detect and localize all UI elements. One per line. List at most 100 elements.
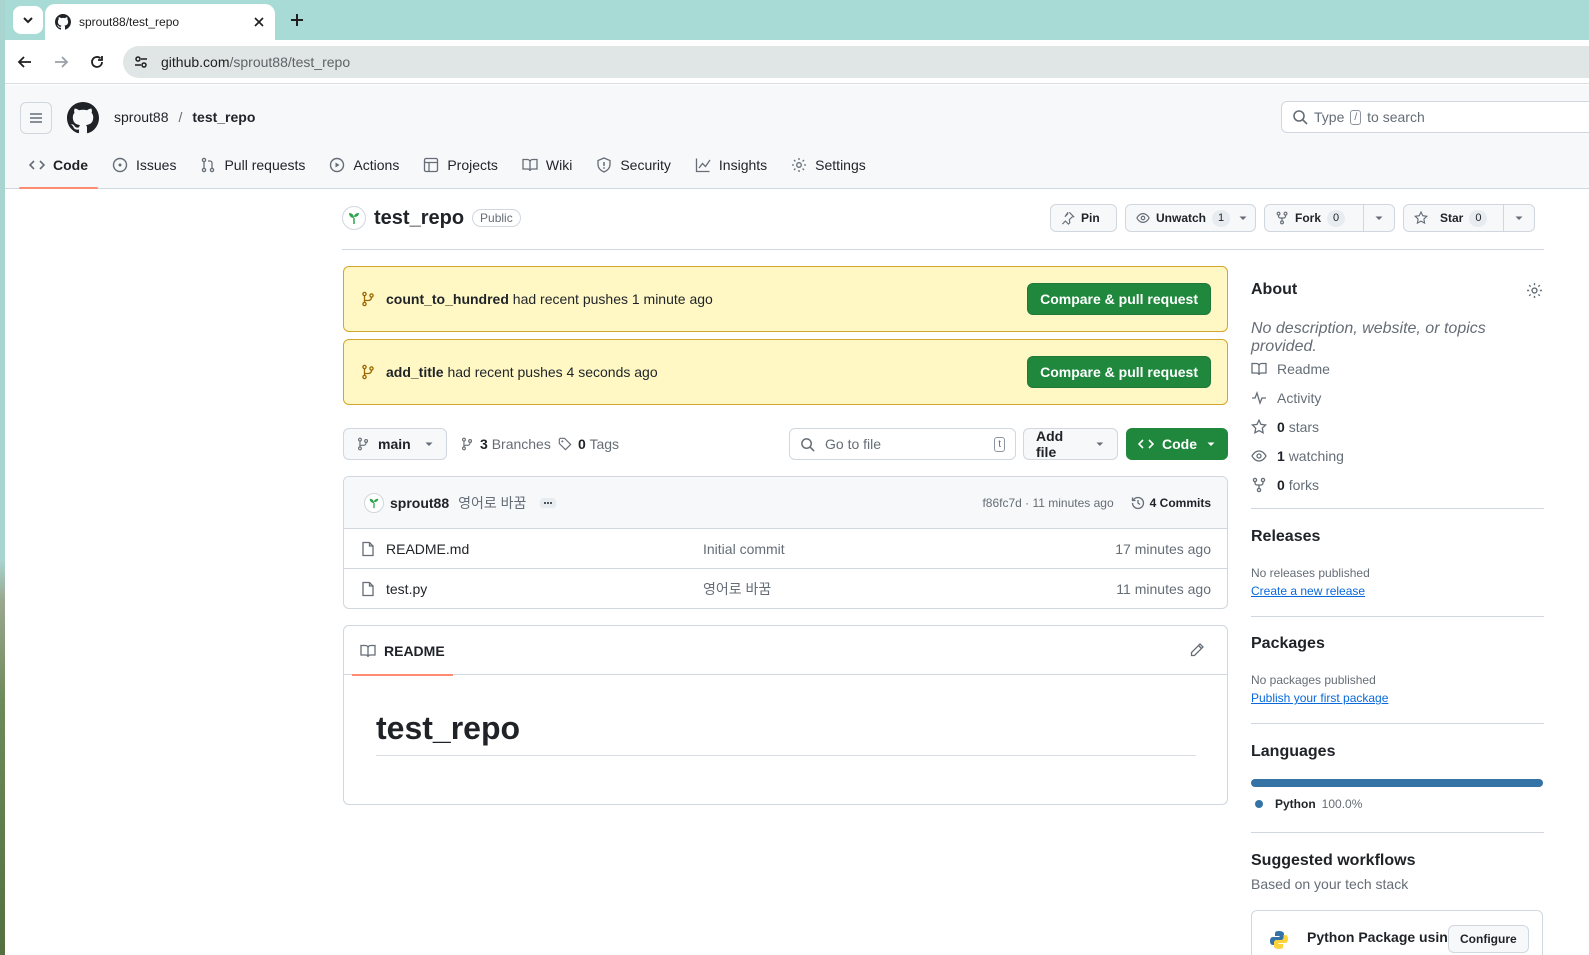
global-menu-button[interactable]: [20, 102, 52, 134]
unwatch-caret[interactable]: [1238, 213, 1256, 223]
branch-icon: [461, 437, 473, 451]
play-circle-icon: [330, 157, 345, 173]
search-input[interactable]: Type / to search: [1281, 101, 1589, 133]
file-commit-time: 17 minutes ago: [1115, 540, 1211, 557]
commit-author[interactable]: sprout88: [390, 495, 449, 511]
sidebar-divider: [1251, 832, 1544, 833]
tab-wiki[interactable]: Wiki: [512, 147, 582, 183]
watching-count: 1: [1277, 447, 1285, 464]
unwatch-button[interactable]: Unwatch 1: [1125, 204, 1256, 232]
file-name[interactable]: README.md: [386, 541, 703, 557]
language-bar: [1251, 779, 1543, 787]
language-item[interactable]: Python 100.0%: [1251, 797, 1543, 811]
banner-message: had recent pushes 1 minute ago: [512, 291, 713, 307]
star-button[interactable]: Star 0: [1403, 204, 1535, 232]
commit-sha-time[interactable]: f86fc7d · 11 minutes ago: [982, 496, 1113, 510]
repo-name[interactable]: test_repo: [374, 207, 464, 230]
forward-button[interactable]: [49, 50, 73, 74]
browser-tab[interactable]: sprout88/test_repo: [45, 4, 275, 40]
branches-count: 3: [480, 436, 488, 452]
compare-pull-request-button[interactable]: Compare & pull request: [1027, 283, 1211, 315]
new-tab-button[interactable]: [285, 8, 309, 32]
tab-search-button[interactable]: [13, 6, 43, 34]
pulse-icon: [1252, 390, 1266, 405]
tab-pull-requests[interactable]: Pull requests: [190, 147, 315, 183]
fork-icon: [1276, 211, 1288, 225]
triangle-down-icon: [1515, 216, 1523, 220]
table-row[interactable]: test.py 영어로 바꿈 11 minutes ago: [344, 569, 1227, 608]
readme-link[interactable]: Readme: [1251, 354, 1543, 383]
github-logo-icon[interactable]: [67, 102, 99, 134]
pencil-icon[interactable]: [1189, 642, 1205, 658]
code-dropdown-button[interactable]: Code: [1126, 428, 1228, 460]
star-caret[interactable]: [1503, 205, 1534, 231]
commit-author-avatar[interactable]: [364, 492, 384, 513]
tab-security[interactable]: Security: [586, 147, 681, 183]
banner-branch[interactable]: count_to_hundred: [386, 291, 509, 307]
gear-icon[interactable]: [1526, 282, 1543, 299]
activity-link[interactable]: Activity: [1251, 383, 1543, 412]
branches-link[interactable]: 3 Branches: [460, 436, 551, 452]
tab-code[interactable]: Code: [19, 147, 98, 189]
file-name[interactable]: test.py: [386, 581, 703, 597]
watching-link[interactable]: 1 watching: [1251, 441, 1543, 470]
readme-header: README: [344, 626, 1227, 676]
graph-icon: [695, 158, 711, 173]
go-to-file-input[interactable]: Go to file t: [789, 428, 1016, 460]
address-bar[interactable]: github.com/sprout88/test_repo: [123, 46, 1589, 78]
compare-pull-request-button[interactable]: Compare & pull request: [1027, 356, 1211, 388]
search-placeholder-start: Type: [1314, 109, 1345, 125]
back-button[interactable]: [13, 50, 37, 74]
fork-button[interactable]: Fork 0: [1264, 204, 1395, 232]
reload-icon: [91, 56, 103, 68]
workflow-card: Python Package using Configure: [1251, 910, 1543, 955]
pin-label: Pin: [1081, 211, 1100, 225]
breadcrumb-repo[interactable]: test_repo: [192, 109, 255, 125]
code-icon: [29, 160, 45, 170]
tab-insights[interactable]: Insights: [685, 147, 777, 183]
packages-empty-text: No packages published: [1251, 673, 1376, 687]
fork-caret[interactable]: [1363, 205, 1394, 231]
banner-branch[interactable]: add_title: [386, 364, 444, 380]
reload-button[interactable]: [85, 50, 109, 74]
code-icon: [1138, 439, 1154, 449]
arrow-right-icon: [55, 56, 69, 68]
pin-button[interactable]: Pin: [1050, 204, 1117, 232]
file-commit-message[interactable]: Initial commit: [703, 541, 1115, 557]
book-icon: [522, 158, 538, 172]
workflow-card-title[interactable]: Python Package using: [1307, 929, 1456, 945]
stars-count: 0: [1277, 418, 1285, 435]
releases-title[interactable]: Releases: [1251, 528, 1543, 546]
packages-title[interactable]: Packages: [1251, 635, 1543, 653]
tab-settings-label: Settings: [815, 157, 866, 173]
site-settings-icon[interactable]: [133, 54, 149, 70]
forks-link[interactable]: 0 forks: [1251, 470, 1543, 499]
table-row[interactable]: README.md Initial commit 17 minutes ago: [344, 529, 1227, 569]
tags-link[interactable]: 0 Tags: [558, 436, 619, 452]
branch-select-button[interactable]: main: [343, 428, 447, 460]
go-to-file-shortcut: t: [994, 436, 1005, 452]
commit-details-toggle[interactable]: [540, 497, 557, 508]
triangle-down-icon: [1207, 442, 1215, 446]
close-icon[interactable]: [253, 16, 265, 28]
tab-issues[interactable]: Issues: [102, 147, 186, 183]
owner-avatar[interactable]: [342, 206, 366, 230]
create-release-link[interactable]: Create a new release: [1251, 584, 1543, 598]
configure-button[interactable]: Configure: [1448, 925, 1529, 953]
about-description: No description, website, or topics provi…: [1251, 320, 1486, 355]
publish-package-link[interactable]: Publish your first package: [1251, 691, 1543, 705]
sidebar-divider: [1251, 616, 1544, 617]
stars-link[interactable]: 0 stars: [1251, 412, 1543, 441]
readme-tab[interactable]: README: [352, 626, 453, 676]
file-commit-message[interactable]: 영어로 바꿈: [703, 579, 1116, 599]
breadcrumb-owner[interactable]: sprout88: [114, 109, 168, 125]
releases-section: Releases No releases published Create a …: [1251, 528, 1543, 598]
tab-insights-label: Insights: [718, 157, 768, 173]
add-file-button[interactable]: Add file: [1023, 428, 1118, 460]
tab-actions[interactable]: Actions: [319, 147, 409, 183]
commit-message[interactable]: 영어로 바꿈: [458, 493, 526, 513]
tab-settings[interactable]: Settings: [781, 147, 876, 183]
branch-icon: [362, 364, 374, 380]
tab-projects[interactable]: Projects: [413, 147, 508, 183]
commits-link[interactable]: 4 Commits: [1130, 495, 1211, 511]
